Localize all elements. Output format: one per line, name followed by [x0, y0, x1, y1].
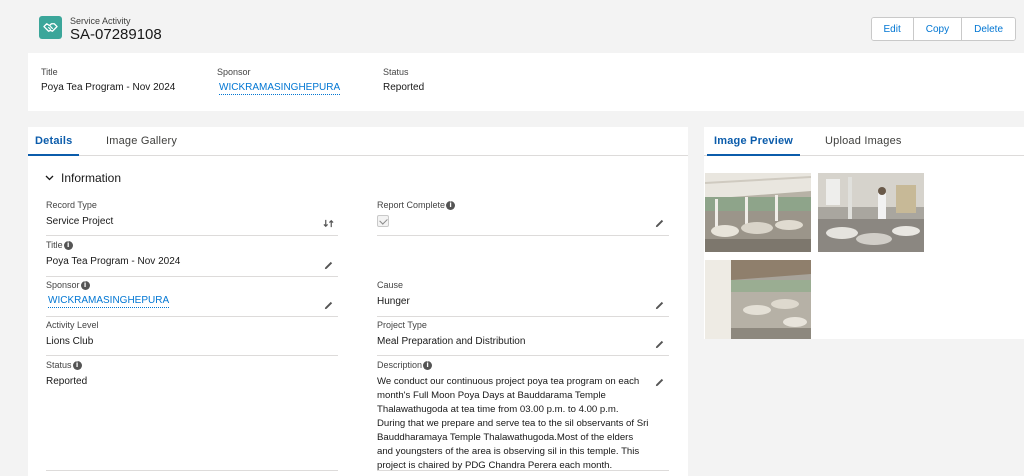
field-label: Cause — [377, 280, 404, 290]
handshake-icon — [39, 16, 62, 39]
highlight-sponsor-link[interactable]: WICKRAMASINGHEPURA — [219, 82, 341, 95]
field-value: Poya Tea Program - Nov 2024 — [46, 256, 181, 267]
info-icon[interactable]: i — [423, 360, 433, 370]
highlight-status: Status Reported — [383, 67, 424, 93]
copy-button[interactable]: Copy — [913, 18, 963, 40]
highlight-status-value: Reported — [383, 82, 425, 93]
report-complete-checkbox — [377, 215, 389, 227]
edit-button[interactable]: Edit — [871, 18, 914, 40]
delete-button[interactable]: Delete — [962, 18, 1015, 40]
change-record-type-icon[interactable] — [323, 218, 334, 232]
field-status: Status i Reported — [46, 360, 338, 471]
field-label: Report Complete i — [377, 200, 669, 210]
tab-upload-images[interactable]: Upload Images — [818, 127, 909, 156]
highlight-sponsor: Sponsor WICKRAMASINGHEPURA — [217, 67, 341, 95]
pencil-icon[interactable] — [654, 300, 665, 314]
gallery-photo[interactable] — [818, 173, 924, 252]
tab-details[interactable]: Details — [28, 127, 80, 156]
field-value: Service Project — [46, 216, 114, 227]
field-activity-level: Activity Level Lions Club — [46, 320, 338, 356]
field-label: Description i — [377, 360, 669, 370]
field-sponsor: Sponsor i WICKRAMASINGHEPURA — [46, 280, 338, 317]
section-information-toggle[interactable]: Information — [45, 171, 121, 185]
field-cause: Cause Hunger — [377, 280, 669, 317]
field-value: Hunger — [377, 296, 410, 307]
info-icon[interactable]: i — [80, 280, 90, 290]
field-value: We conduct our continuous project poya t… — [377, 376, 649, 471]
pencil-icon[interactable] — [323, 300, 334, 314]
gallery-photo[interactable] — [705, 260, 811, 339]
object-type-label: Service Activity — [70, 16, 131, 26]
highlight-title-value: Poya Tea Program - Nov 2024 — [41, 82, 176, 93]
pencil-icon[interactable] — [654, 377, 665, 391]
field-label: Activity Level — [46, 320, 99, 330]
record-header: Service Activity SA-07289108 Edit Copy D… — [28, 7, 1024, 48]
field-value: Reported — [46, 376, 88, 387]
image-preview-panel: Image Preview Upload Images — [704, 127, 1024, 339]
field-label: Record Type — [46, 200, 97, 210]
highlights-panel: Title Poya Tea Program - Nov 2024 Sponso… — [28, 53, 1024, 111]
field-record-type: Record Type Service Project — [46, 200, 338, 236]
info-icon[interactable]: i — [446, 200, 456, 210]
sponsor-link[interactable]: WICKRAMASINGHEPURA — [48, 295, 170, 308]
field-label: Sponsor i — [46, 280, 338, 290]
field-label: Project Type — [377, 320, 427, 330]
pencil-icon[interactable] — [654, 218, 665, 232]
field-title: Title i Poya Tea Program - Nov 2024 — [46, 240, 338, 277]
field-description: Description i We conduct our continuous p… — [377, 360, 669, 471]
field-label-text: Title — [46, 240, 63, 250]
field-label: Title i — [46, 240, 338, 250]
field-value — [377, 215, 669, 232]
field-label-text: Report Complete — [377, 200, 446, 210]
pencil-icon[interactable] — [654, 339, 665, 353]
info-icon[interactable]: i — [72, 360, 82, 370]
field-project-type: Project Type Meal Preparation and Distri… — [377, 320, 669, 356]
chevron-down-icon — [45, 173, 54, 183]
action-button-group: Edit Copy Delete — [870, 17, 1016, 41]
main-tab-bar: Details Image Gallery — [28, 127, 688, 156]
highlight-title: Title Poya Tea Program - Nov 2024 — [41, 67, 175, 93]
highlight-sponsor-label: Sponsor — [217, 67, 251, 77]
highlight-title-label: Title — [41, 67, 58, 77]
record-name: SA-07289108 — [70, 26, 162, 43]
pencil-icon[interactable] — [323, 260, 334, 274]
field-label: Status i — [46, 360, 338, 370]
field-value: Lions Club — [46, 336, 94, 347]
field-report-complete: Report Complete i — [377, 200, 669, 236]
details-panel: Details Image Gallery Information Record… — [28, 127, 688, 476]
section-title: Information — [61, 171, 122, 185]
highlight-status-label: Status — [383, 67, 409, 77]
tab-image-preview[interactable]: Image Preview — [707, 127, 801, 156]
preview-tab-bar: Image Preview Upload Images — [704, 127, 1024, 156]
gallery-photo[interactable] — [705, 173, 811, 252]
field-label-text: Sponsor — [46, 280, 80, 290]
field-label-text: Status — [46, 360, 72, 370]
info-icon[interactable]: i — [63, 240, 73, 250]
field-value: Meal Preparation and Distribution — [377, 336, 526, 347]
tab-image-gallery[interactable]: Image Gallery — [99, 127, 184, 156]
field-label-text: Description — [377, 360, 423, 370]
